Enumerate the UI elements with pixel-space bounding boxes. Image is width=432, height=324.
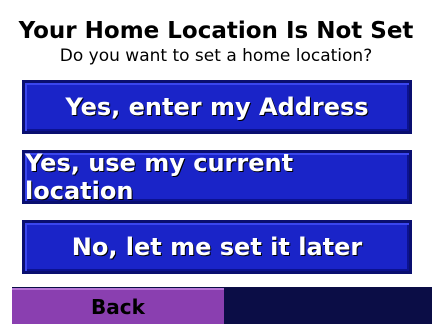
back-label: Back — [91, 295, 145, 319]
use-current-location-button[interactable]: Yes, use my current location — [22, 149, 412, 205]
back-button[interactable]: Back — [12, 288, 224, 324]
set-later-label: No, let me set it later — [71, 233, 363, 261]
use-current-location-label: Yes, use my current location — [25, 149, 294, 205]
enter-address-button[interactable]: Yes, enter my Address — [22, 80, 412, 134]
enter-address-label: Yes, enter my Address — [65, 93, 369, 121]
page-subtitle: Do you want to set a home location? — [59, 46, 373, 66]
footer-left-margin — [0, 287, 12, 324]
set-later-button[interactable]: No, let me set it later — [22, 220, 412, 274]
page-title: Your Home Location Is Not Set — [18, 18, 414, 44]
